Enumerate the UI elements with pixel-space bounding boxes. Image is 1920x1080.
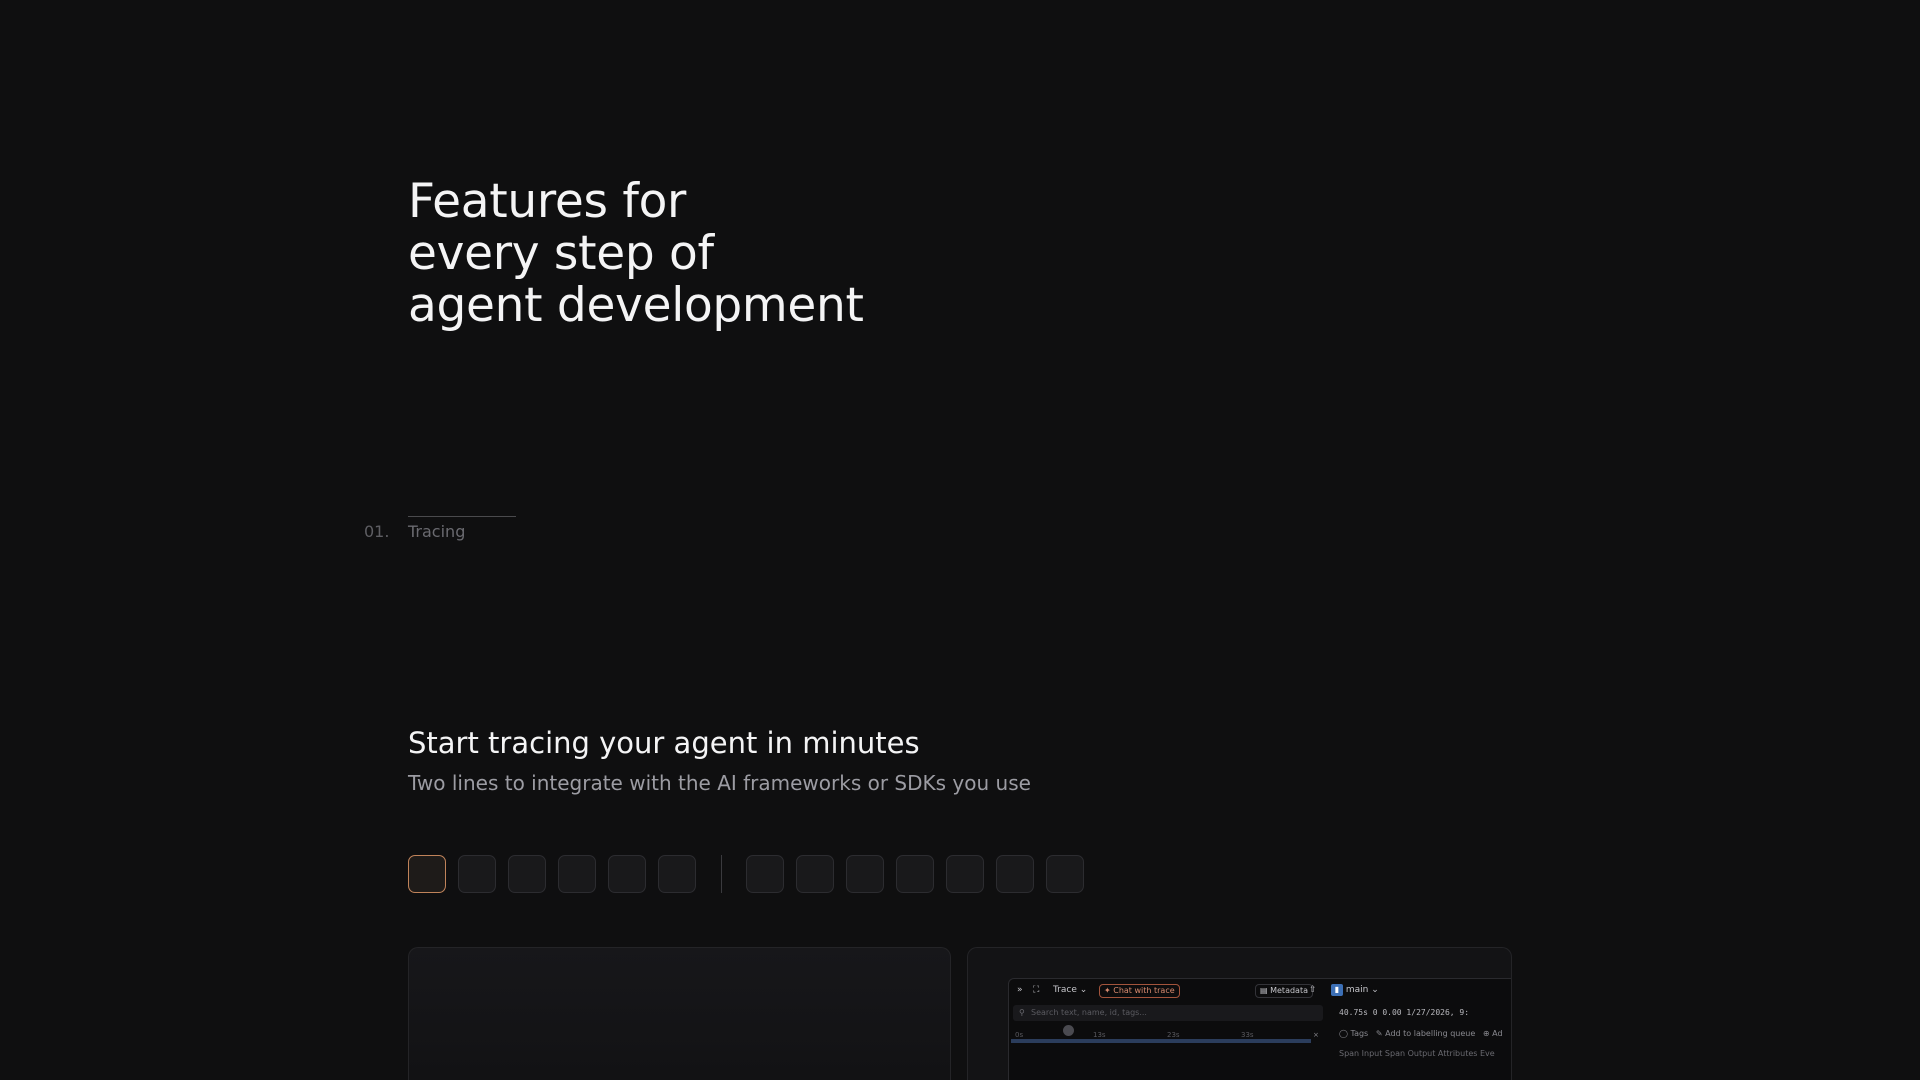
sparkle-icon: ✦: [1104, 986, 1111, 995]
section-subtitle: Two lines to integrate with the AI frame…: [408, 771, 1031, 795]
chat-with-trace-label: Chat with trace: [1113, 986, 1175, 995]
trace-stats: 40.75s 0 0.00 1/27/2026, 9:: [1339, 1008, 1470, 1017]
step-label[interactable]: Tracing: [408, 522, 465, 541]
sdk-tile[interactable]: [896, 855, 934, 893]
trace-search-input[interactable]: ⚲ Search text, name, id, tags...: [1013, 1005, 1323, 1021]
tags-button[interactable]: Tags: [1351, 1029, 1369, 1038]
framework-tile[interactable]: [508, 855, 546, 893]
fullscreen-icon[interactable]: ⛶: [1033, 984, 1039, 996]
sdk-tile[interactable]: [946, 855, 984, 893]
trace-preview-panel: » ⛶ Trace ⌄ ✦ Chat with trace ▤ Metadata…: [967, 947, 1512, 1080]
hero-title: Features for every step of agent develop…: [408, 176, 864, 332]
chat-with-trace-button[interactable]: ✦ Chat with trace: [1099, 984, 1180, 998]
tag-icon: ◯: [1339, 1029, 1348, 1038]
code-panel: [408, 947, 951, 1080]
trace-window: » ⛶ Trace ⌄ ✦ Chat with trace ▤ Metadata…: [1008, 978, 1511, 1080]
close-icon[interactable]: ×: [1313, 1031, 1319, 1039]
hero-title-line-1: Features for: [408, 174, 687, 229]
add-icon: ⊕: [1482, 1029, 1490, 1038]
step-indicator[interactable]: 01. Tracing: [364, 516, 524, 546]
pencil-icon: ✎: [1375, 1029, 1383, 1038]
span-tabs[interactable]: Span Input Span Output Attributes Eve: [1339, 1049, 1495, 1058]
trace-dropdown-label: Trace: [1053, 985, 1077, 995]
search-icon: ⚲: [1019, 1008, 1025, 1017]
trace-dropdown[interactable]: Trace ⌄: [1053, 984, 1087, 996]
add-button[interactable]: Ad: [1492, 1029, 1502, 1038]
step-number: 01.: [364, 522, 390, 541]
framework-tile[interactable]: [608, 855, 646, 893]
trace-actions: ◯ Tags ✎ Add to labelling queue ⊕ Ad: [1339, 1029, 1503, 1038]
trace-toolbar: » ⛶ Trace ⌄ ✦ Chat with trace ▤ Metadata…: [1009, 979, 1511, 1001]
search-placeholder: Search text, name, id, tags...: [1031, 1008, 1147, 1017]
expand-panel-icon[interactable]: »: [1017, 984, 1023, 996]
timeline-tick: 23s: [1167, 1031, 1180, 1039]
timeline-tick: 33s: [1241, 1031, 1254, 1039]
branch-label: main: [1345, 985, 1369, 995]
metadata-button[interactable]: ▤ Metadata: [1255, 984, 1313, 998]
sdk-tile[interactable]: [746, 855, 784, 893]
features-page: Features for every step of agent develop…: [0, 0, 1920, 1080]
framework-selector: [408, 854, 1096, 894]
framework-tile[interactable]: [658, 855, 696, 893]
framework-tile-selected[interactable]: [408, 855, 446, 893]
sdk-tile[interactable]: [796, 855, 834, 893]
sdk-tile[interactable]: [1046, 855, 1084, 893]
hero-title-line-2: every step of: [408, 226, 714, 281]
section-title: Start tracing your agent in minutes: [408, 726, 920, 760]
branch-icon: ▮: [1331, 984, 1343, 996]
framework-tile[interactable]: [558, 855, 596, 893]
share-icon[interactable]: ⇧: [1309, 984, 1317, 996]
hero-title-line-3: agent development: [408, 278, 864, 333]
framework-divider: [721, 855, 722, 893]
framework-tile[interactable]: [458, 855, 496, 893]
timeline-tick: 13s: [1093, 1031, 1106, 1039]
sdk-tile[interactable]: [846, 855, 884, 893]
document-icon: ▤: [1260, 986, 1268, 995]
labelling-queue-button[interactable]: Add to labelling queue: [1385, 1029, 1475, 1038]
metadata-label: Metadata: [1270, 986, 1308, 995]
timeline-tick: 0s: [1015, 1031, 1024, 1039]
timeline-bar: [1011, 1039, 1311, 1043]
timeline-scrubber[interactable]: [1063, 1025, 1074, 1036]
sdk-tile[interactable]: [996, 855, 1034, 893]
branch-selector[interactable]: ▮ main ⌄: [1331, 984, 1379, 996]
step-progress-line: [408, 516, 516, 517]
